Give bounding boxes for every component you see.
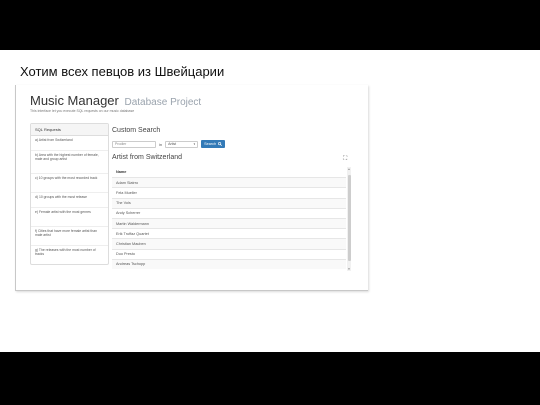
- results-table: Name Adam Slatrro Fela Mueller The Vols …: [112, 167, 346, 269]
- chevron-down-icon: ▾: [193, 142, 196, 146]
- table-row[interactable]: Martin Waldermann: [112, 217, 346, 229]
- table-row[interactable]: Andreas Tschopp: [112, 258, 346, 269]
- table-row[interactable]: Duo Presto: [112, 248, 346, 259]
- app-screenshot: Music Manager Database Project This inte…: [15, 85, 368, 291]
- search-input[interactable]: Prodier: [112, 140, 156, 148]
- sql-requests-panel: SQL Requests a) Artist from Switzerland …: [30, 123, 109, 265]
- sidebar-item-g[interactable]: g) The releases with the most number of …: [31, 246, 108, 264]
- table-row[interactable]: Christian Mauben: [112, 238, 346, 249]
- search-button-label: Search: [204, 142, 217, 146]
- search-button[interactable]: Search: [201, 140, 225, 148]
- app-title-block: Music Manager Database Project: [30, 93, 201, 108]
- sidebar-item-d[interactable]: d) 10 groups with the most release: [31, 193, 108, 208]
- sidebar-item-a[interactable]: a) Artist from Switzerland: [31, 136, 108, 151]
- scroll-thumb[interactable]: [347, 175, 351, 261]
- results-title: Artist from Switzerland: [112, 154, 183, 161]
- sidebar-heading: SQL Requests: [31, 124, 108, 136]
- app-subtitle: Database Project: [124, 97, 202, 108]
- search-in-label: in: [159, 141, 163, 147]
- table-header-name: Name: [116, 170, 127, 175]
- search-type-value: Artist: [168, 142, 177, 146]
- scroll-down-icon[interactable]: ▼: [347, 267, 351, 271]
- table-row[interactable]: Erik Truffaz Quartet: [112, 228, 346, 238]
- expand-icon[interactable]: ⛶: [343, 156, 347, 163]
- sidebar-item-e[interactable]: e) Female artist with the most genres: [31, 208, 108, 227]
- search-type-select[interactable]: Artist ▾: [165, 140, 199, 148]
- search-icon: [217, 141, 222, 147]
- custom-search-title: Custom Search: [112, 127, 161, 134]
- sidebar-item-f[interactable]: f) Cities that have more female artist t…: [31, 227, 108, 246]
- search-row: Prodier in Artist ▾ Search: [112, 139, 225, 149]
- table-row[interactable]: The Vols: [112, 197, 346, 208]
- sidebar-item-c[interactable]: c) 10 groups with the most recorded trac…: [31, 174, 108, 193]
- app-intro: This interface let you execute SQL reque…: [30, 109, 135, 113]
- scroll-up-icon[interactable]: ▲: [347, 167, 351, 171]
- table-row[interactable]: Fela Mueller: [112, 187, 346, 197]
- app-title: Music Manager: [30, 93, 119, 108]
- sidebar-item-b[interactable]: b) Area with the highest number of femal…: [31, 151, 108, 174]
- table-row[interactable]: Andy Scherrer: [112, 207, 346, 218]
- slide-title: Хотим всех певцов из Швейцарии: [20, 64, 225, 79]
- table-row[interactable]: Adam Slatrro: [112, 177, 346, 188]
- results-scrollbar[interactable]: ▲ ▼: [347, 167, 351, 271]
